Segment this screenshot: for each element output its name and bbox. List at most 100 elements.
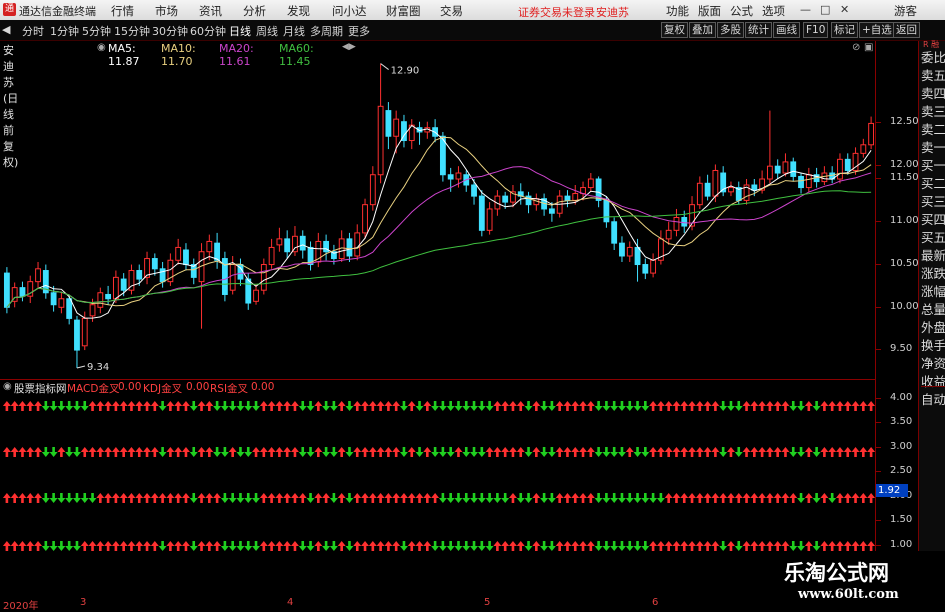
candlestick-chart[interactable]: 12.90 9.34 [0, 55, 875, 380]
sidebar-item[interactable]: 买二 [921, 173, 945, 192]
auto-button[interactable]: 自动 [921, 386, 945, 408]
menu-caifuquan[interactable]: 财富圈 [386, 3, 421, 19]
down-arrow-icon [213, 401, 222, 411]
period-15min[interactable]: 15分钟 [114, 23, 150, 39]
candle-down [844, 158, 851, 171]
current-stock-name: 安迪苏 [596, 6, 629, 19]
btn-tongji[interactable]: 统计 [745, 22, 772, 38]
up-arrow-icon [111, 541, 120, 551]
menu-jiaoyi[interactable]: 交易 [440, 3, 463, 19]
sidebar-item[interactable]: 卖二 [921, 119, 945, 138]
candle-up [665, 229, 672, 240]
btn-diejia[interactable]: 叠加 [689, 22, 716, 38]
sidebar-item[interactable]: 换手 [921, 335, 945, 354]
expand-icon[interactable]: ▣ [864, 42, 873, 53]
candle-up [354, 232, 361, 257]
up-arrow-icon [283, 541, 292, 551]
down-arrow-icon [415, 447, 424, 457]
sidebar-item[interactable]: 卖四 [921, 83, 945, 102]
up-arrow-icon [135, 447, 144, 457]
period-monthly[interactable]: 月线 [283, 23, 305, 39]
sidebar-item[interactable]: 卖一 [921, 137, 945, 156]
down-arrow-icon [49, 541, 58, 551]
sidebar-item[interactable]: 买四 [921, 209, 945, 228]
up-arrow-icon [835, 447, 844, 457]
period-1min[interactable]: 1分钟 [50, 23, 79, 39]
sidebar-item[interactable]: 总量 [921, 299, 945, 318]
up-arrow-icon [361, 401, 370, 411]
menu-hangqing[interactable]: 行情 [111, 3, 134, 19]
up-arrow-icon [181, 493, 190, 503]
menu-banmian[interactable]: 版面 [698, 3, 721, 19]
up-arrow-icon [765, 541, 774, 551]
sidebar-item[interactable]: 外盘 [921, 317, 945, 336]
down-arrow-icon [633, 401, 642, 411]
up-arrow-icon [789, 493, 798, 503]
menu-wenxiaoda[interactable]: 问小达 [332, 3, 367, 19]
btn-f10[interactable]: F10 [803, 22, 829, 38]
sidebar-item[interactable]: 买五 [921, 227, 945, 246]
up-arrow-icon [143, 401, 152, 411]
zoom-icon[interactable]: ⊘ [852, 42, 860, 53]
sidebar-item[interactable]: 委比 [921, 47, 945, 66]
up-arrow-icon [804, 401, 813, 411]
menu-zixun[interactable]: 资讯 [199, 3, 222, 19]
period-more[interactable]: 更多 [348, 23, 370, 39]
down-arrow-icon [524, 541, 533, 551]
up-arrow-icon [399, 493, 408, 503]
btn-biaoji[interactable]: 标记 [831, 22, 858, 38]
guest-label[interactable]: 游客 [894, 3, 917, 19]
menu-gongneng[interactable]: 功能 [666, 3, 689, 19]
menu-xuanxiang[interactable]: 选项 [762, 3, 785, 19]
up-arrow-icon [680, 401, 689, 411]
low-label: 9.34 [87, 362, 109, 373]
sidebar-item[interactable]: 涨幅 [921, 281, 945, 300]
info-chevron-icon[interactable]: ◀▶ [342, 42, 356, 52]
up-arrow-icon [532, 401, 541, 411]
sidebar-item[interactable]: 净资 [921, 353, 945, 372]
period-60min[interactable]: 60分钟 [190, 23, 226, 39]
down-arrow-icon [547, 447, 556, 457]
arrow-indicator-chart[interactable] [0, 394, 875, 596]
minimize-icon[interactable]: — [800, 3, 811, 16]
down-arrow-icon [547, 401, 556, 411]
period-multi[interactable]: 多周期 [310, 23, 343, 39]
down-arrow-icon [641, 493, 650, 503]
up-arrow-icon [711, 493, 720, 503]
up-arrow-icon [672, 401, 681, 411]
sidebar-item[interactable]: 卖五 [921, 65, 945, 84]
sidebar-item[interactable]: 买一 [921, 155, 945, 174]
up-arrow-icon [314, 401, 323, 411]
btn-fuquan[interactable]: 复权 [661, 22, 688, 38]
period-fenshi[interactable]: 分时 [22, 23, 44, 39]
period-30min[interactable]: 30分钟 [152, 23, 188, 39]
up-arrow-icon [579, 493, 588, 503]
login-notice[interactable]: 证券交易未登录 [518, 4, 595, 20]
indicator-settings-icon[interactable]: ◉ [3, 381, 12, 392]
menu-fenxi[interactable]: 分析 [243, 3, 266, 19]
candle-down [548, 208, 555, 214]
menu-gongshi[interactable]: 公式 [730, 3, 753, 19]
chevron-left-icon[interactable]: ◀ [2, 23, 10, 36]
menu-faxian[interactable]: 发现 [287, 3, 310, 19]
close-icon[interactable]: ✕ [840, 3, 849, 16]
sidebar-item[interactable]: 买三 [921, 191, 945, 210]
down-arrow-icon [158, 401, 167, 411]
menu-shichang[interactable]: 市场 [155, 3, 178, 19]
up-arrow-icon [664, 541, 673, 551]
down-arrow-icon [189, 493, 198, 503]
btn-fanhui[interactable]: 返回 [893, 22, 920, 38]
period-weekly[interactable]: 周线 [256, 23, 278, 39]
sidebar-item[interactable]: 涨跌 [921, 263, 945, 282]
btn-huaxian[interactable]: 画线 [773, 22, 800, 38]
up-arrow-icon [34, 541, 43, 551]
sidebar-item[interactable]: 最新 [921, 245, 945, 264]
up-arrow-icon [392, 493, 401, 503]
btn-duogu[interactable]: 多股 [717, 22, 744, 38]
restore-icon[interactable]: □ [820, 3, 830, 16]
btn-zixuan[interactable]: +自选 [859, 22, 895, 38]
settings-icon[interactable]: ◉ [97, 42, 106, 53]
period-5min[interactable]: 5分钟 [82, 23, 111, 39]
sidebar-item[interactable]: 卖三 [921, 101, 945, 120]
period-daily[interactable]: 日线 [229, 23, 251, 39]
